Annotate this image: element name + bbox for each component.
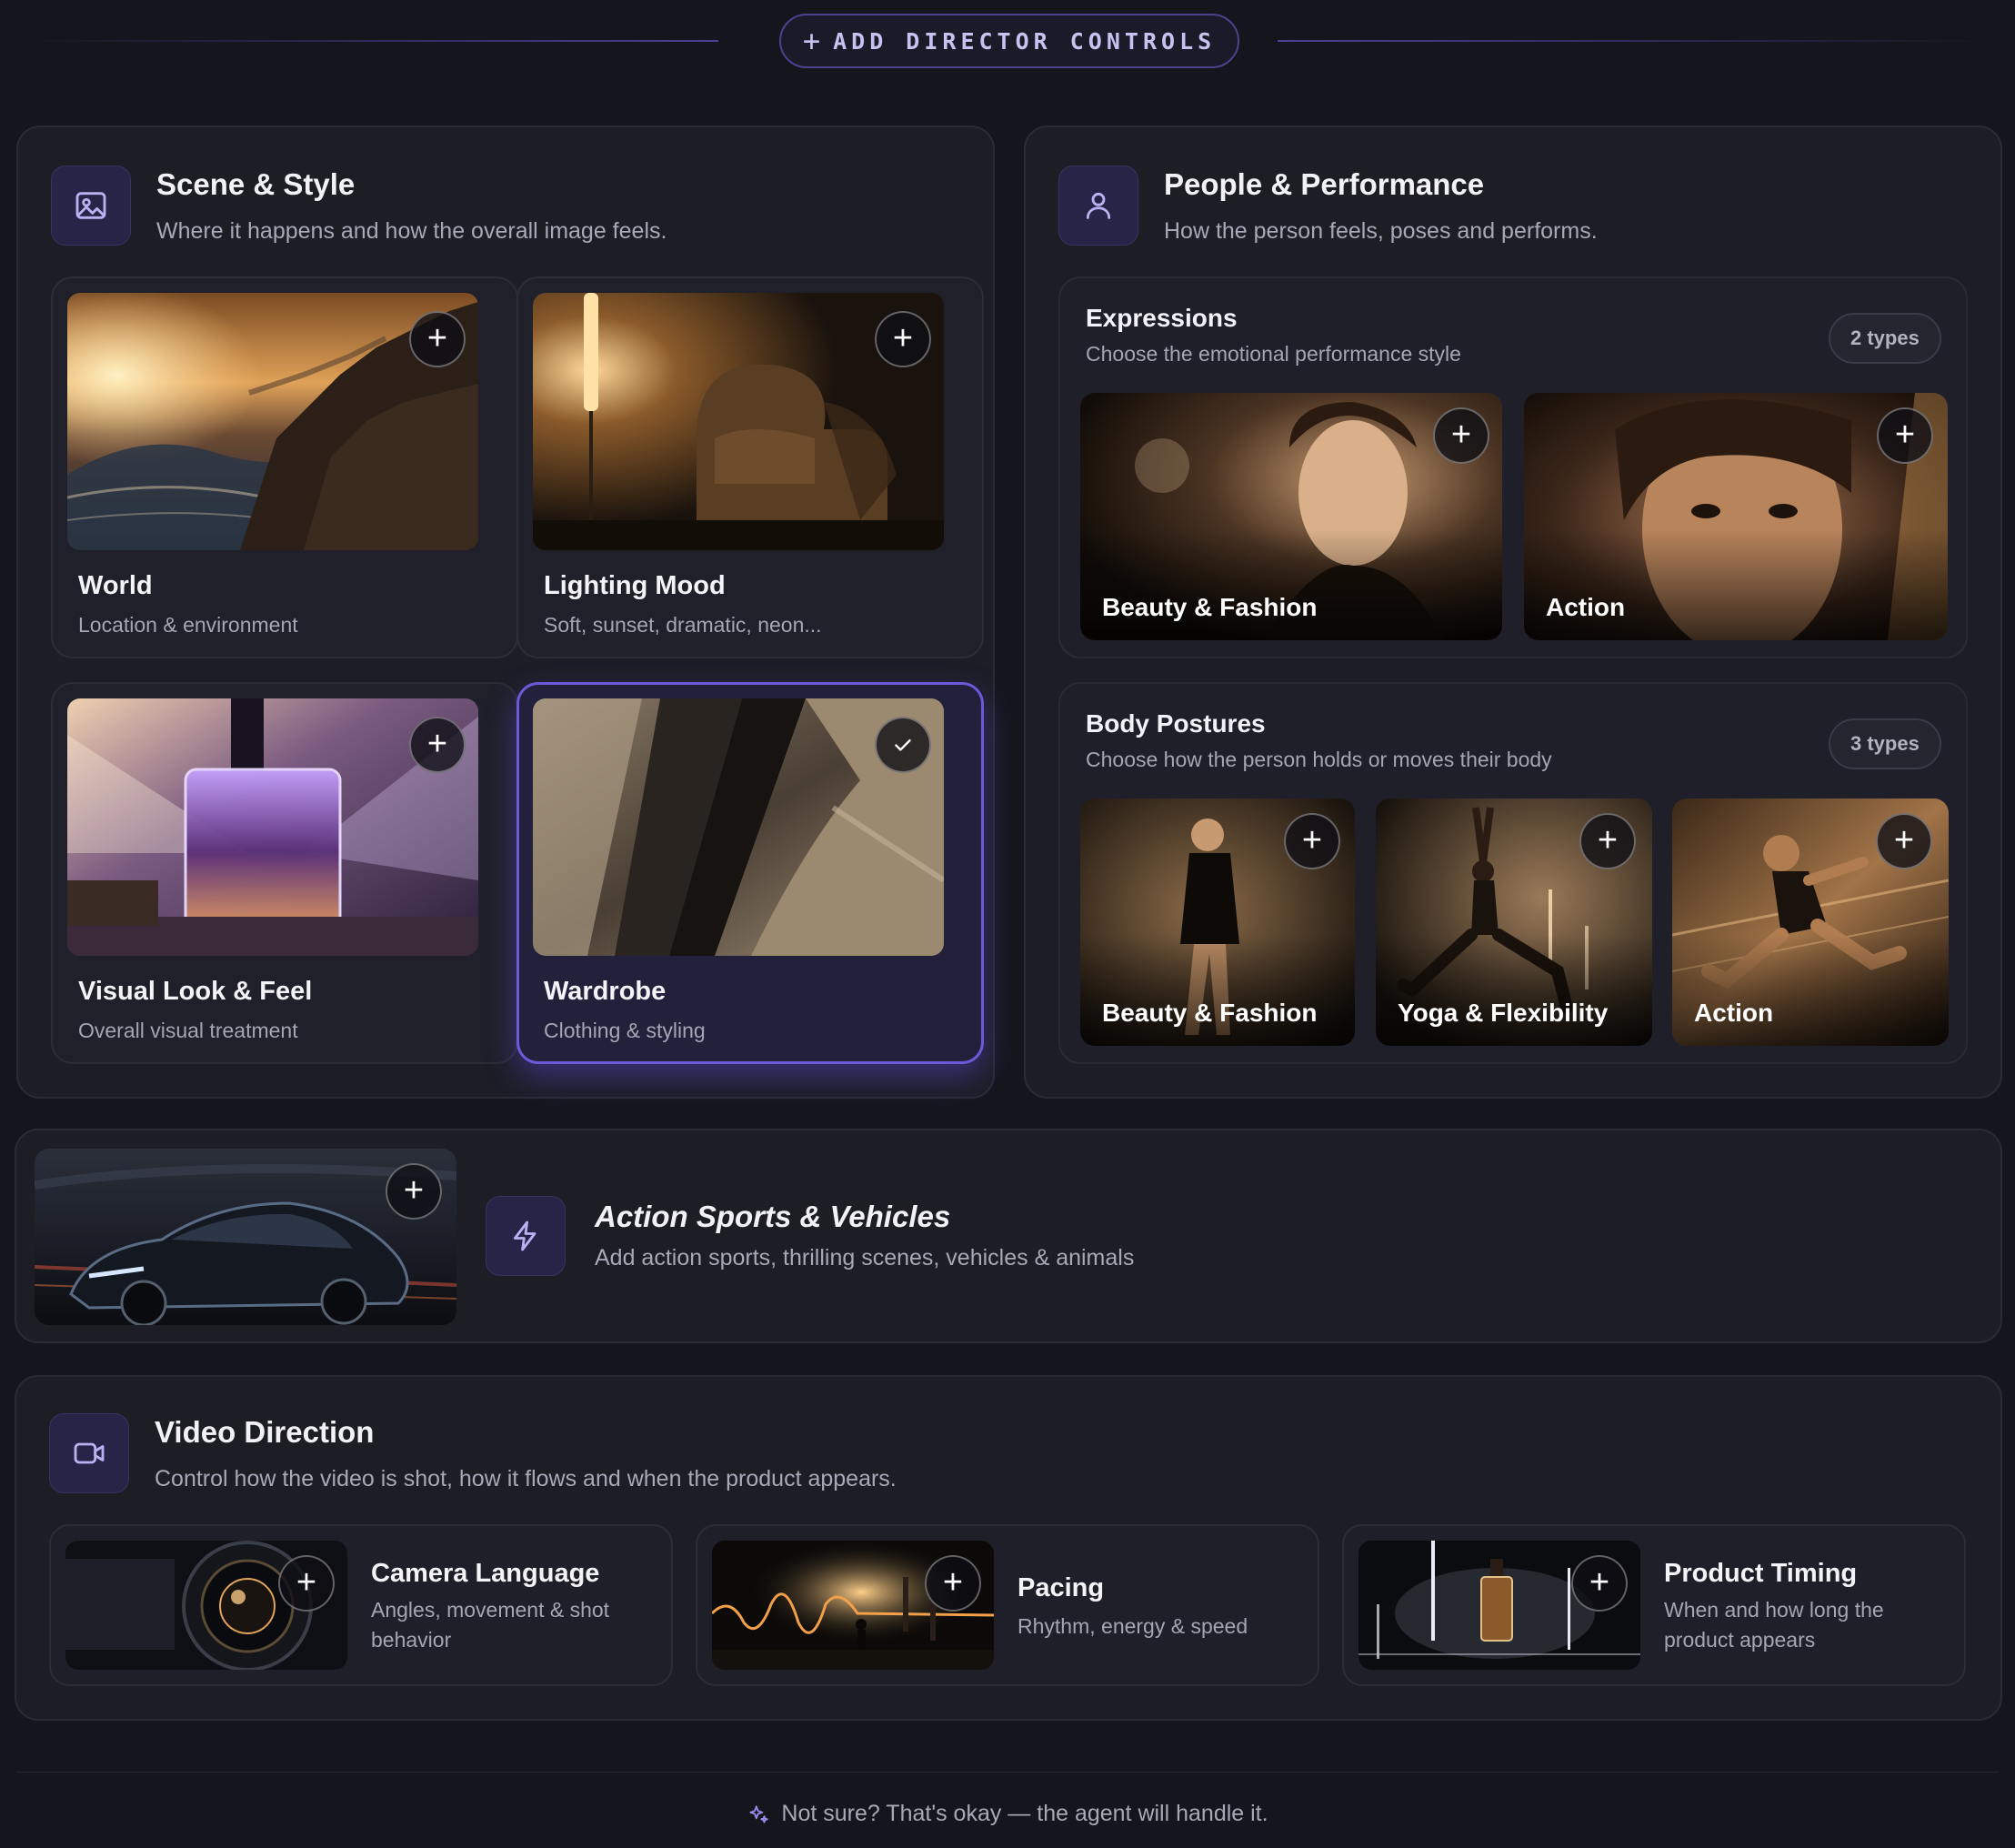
action-sports-image: + bbox=[35, 1149, 456, 1325]
plus-icon: + bbox=[802, 24, 821, 58]
wardrobe-card[interactable]: Wardrobe Clothing & styling bbox=[516, 682, 984, 1064]
expression-tile-action[interactable]: + Action bbox=[1524, 393, 1948, 640]
product-timing-subtitle: When and how long the product appears bbox=[1664, 1598, 1884, 1652]
pacing-card[interactable]: + Pacing Rhythm, energy & speed bbox=[696, 1524, 1319, 1686]
divider-left bbox=[27, 40, 718, 42]
posture-tile-label: Yoga & Flexibility bbox=[1398, 999, 1609, 1027]
visual-look-title: Visual Look & Feel bbox=[78, 977, 313, 1006]
visual-look-add-button[interactable]: + bbox=[409, 717, 466, 773]
posture-tile-label: Action bbox=[1694, 999, 1774, 1027]
lighting-mood-add-button[interactable]: + bbox=[875, 311, 931, 367]
action-sports-title: Action Sports & Vehicles bbox=[595, 1200, 951, 1233]
expression-action-add-button[interactable]: + bbox=[1877, 407, 1933, 464]
action-sports-panel[interactable]: + Action Sports & Vehicles Add action sp… bbox=[15, 1129, 2002, 1343]
world-add-button[interactable]: + bbox=[409, 311, 466, 367]
add-director-controls-button[interactable]: + ADD DIRECTOR CONTROLS bbox=[779, 14, 1239, 68]
postures-count-badge: 3 types bbox=[1829, 718, 1941, 769]
pacing-image: + bbox=[712, 1541, 994, 1670]
camera-language-add-button[interactable]: + bbox=[278, 1555, 335, 1612]
user-icon bbox=[1058, 166, 1138, 246]
product-timing-image: + bbox=[1358, 1541, 1640, 1670]
people-performance-subtitle: How the person feels, poses and performs… bbox=[1164, 218, 1598, 244]
camera-language-title: Camera Language bbox=[371, 1559, 600, 1588]
camera-language-card[interactable]: + Camera Language Angles, movement & sho… bbox=[49, 1524, 673, 1686]
pacing-title: Pacing bbox=[1018, 1573, 1105, 1602]
camera-language-image: + bbox=[65, 1541, 347, 1670]
bolt-icon bbox=[486, 1196, 566, 1276]
expression-tile-beauty-fashion[interactable]: + Beauty & Fashion bbox=[1080, 393, 1502, 640]
pacing-subtitle: Rhythm, energy & speed bbox=[1018, 1614, 1248, 1638]
product-timing-add-button[interactable]: + bbox=[1571, 1555, 1628, 1612]
video-camera-icon bbox=[49, 1413, 129, 1493]
action-sports-add-button[interactable]: + bbox=[386, 1163, 442, 1220]
posture-tile-yoga-flexibility[interactable]: + Yoga & Flexibility bbox=[1376, 798, 1652, 1046]
sparkles-icon bbox=[749, 1804, 769, 1823]
footer-note: Not sure? That's okay — the agent will h… bbox=[0, 1801, 2015, 1827]
world-card[interactable]: + World Location & environment bbox=[51, 276, 518, 658]
wardrobe-subtitle: Clothing & styling bbox=[544, 1019, 706, 1042]
wardrobe-title: Wardrobe bbox=[544, 977, 667, 1006]
camera-language-subtitle: Angles, movement & shot behavior bbox=[371, 1598, 610, 1652]
expression-tile-label: Action bbox=[1546, 593, 1626, 621]
wardrobe-check-button[interactable] bbox=[875, 717, 931, 773]
posture-yoga-add-button[interactable]: + bbox=[1579, 813, 1636, 869]
visual-look-card[interactable]: + Visual Look & Feel Overall visual trea… bbox=[51, 682, 518, 1064]
product-timing-title: Product Timing bbox=[1664, 1559, 1858, 1588]
posture-tile-action[interactable]: + Action bbox=[1672, 798, 1949, 1046]
check-icon bbox=[895, 738, 911, 751]
world-subtitle: Location & environment bbox=[78, 613, 298, 637]
divider-right bbox=[1278, 40, 1987, 42]
world-title: World bbox=[78, 571, 153, 600]
expressions-subtitle: Choose the emotional performance style bbox=[1086, 342, 1461, 366]
posture-tile-label: Beauty & Fashion bbox=[1102, 999, 1318, 1027]
expression-beauty-add-button[interactable]: + bbox=[1433, 407, 1489, 464]
expressions-title: Expressions bbox=[1086, 304, 1238, 332]
footer-text: Not sure? That's okay — the agent will h… bbox=[781, 1801, 1268, 1826]
posture-action-add-button[interactable]: + bbox=[1876, 813, 1932, 869]
pacing-add-button[interactable]: + bbox=[925, 1555, 981, 1612]
product-timing-card[interactable]: + Product Timing When and how long the p… bbox=[1342, 1524, 1966, 1686]
scene-style-panel: Scene & Style Where it happens and how t… bbox=[16, 126, 995, 1099]
posture-beauty-add-button[interactable]: + bbox=[1284, 813, 1340, 869]
expressions-count-badge: 2 types bbox=[1829, 313, 1941, 364]
body-postures-title: Body Postures bbox=[1086, 709, 1266, 738]
lighting-mood-card[interactable]: + Lighting Mood Soft, sunset, dramatic, … bbox=[516, 276, 984, 658]
add-director-controls-label: ADD DIRECTOR CONTROLS bbox=[833, 27, 1217, 55]
scene-style-subtitle: Where it happens and how the overall ima… bbox=[156, 218, 667, 244]
visual-look-subtitle: Overall visual treatment bbox=[78, 1019, 298, 1042]
people-performance-title: People & Performance bbox=[1164, 167, 1485, 201]
video-direction-subtitle: Control how the video is shot, how it fl… bbox=[155, 1466, 897, 1491]
image-icon bbox=[51, 166, 131, 246]
action-sports-subtitle: Add action sports, thrilling scenes, veh… bbox=[595, 1245, 1135, 1270]
people-performance-panel: People & Performance How the person feel… bbox=[1024, 126, 2002, 1099]
body-postures-section: Body Postures Choose how the person hold… bbox=[1058, 682, 1968, 1064]
footer-divider bbox=[16, 1772, 1999, 1773]
scene-style-title: Scene & Style bbox=[156, 167, 356, 201]
expression-tile-label: Beauty & Fashion bbox=[1102, 593, 1318, 621]
posture-tile-beauty-fashion[interactable]: + Beauty & Fashion bbox=[1080, 798, 1355, 1046]
expressions-section: Expressions Choose the emotional perform… bbox=[1058, 276, 1968, 658]
body-postures-subtitle: Choose how the person holds or moves the… bbox=[1086, 748, 1552, 771]
video-direction-title: Video Direction bbox=[155, 1415, 375, 1449]
lighting-mood-title: Lighting Mood bbox=[544, 571, 726, 600]
lighting-mood-subtitle: Soft, sunset, dramatic, neon... bbox=[544, 613, 822, 637]
